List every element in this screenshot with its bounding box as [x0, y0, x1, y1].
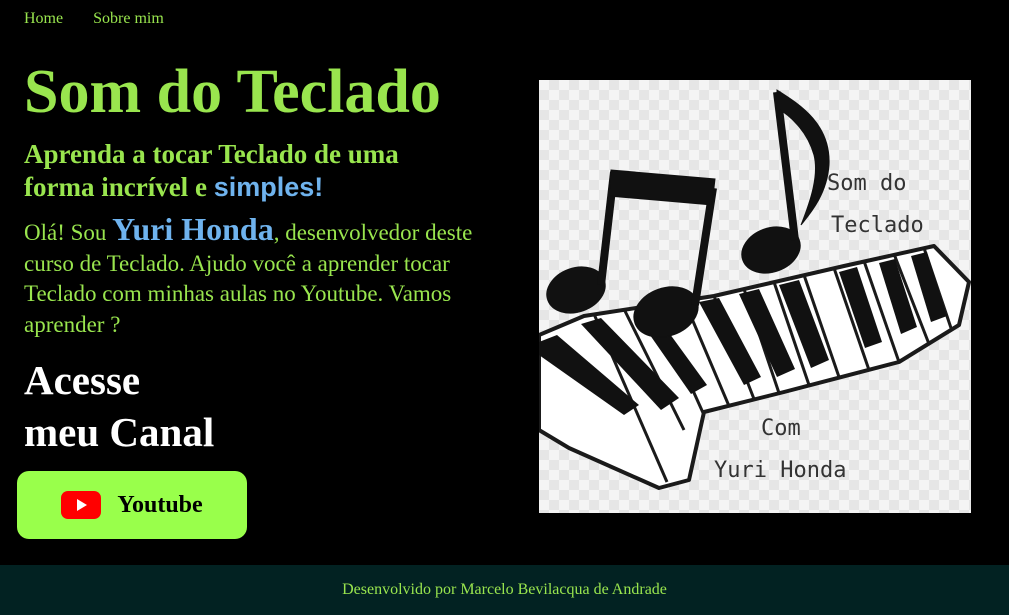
- hero-subtitle: Aprenda a tocar Teclado de uma forma inc…: [24, 138, 464, 204]
- channel-logo: Som do Teclado Com Yuri Honda: [539, 80, 971, 513]
- logo-text-line3: Com: [761, 416, 801, 441]
- subtitle-text: Aprenda a tocar Teclado de uma forma inc…: [24, 139, 399, 202]
- cta-line-1: Acesse: [24, 357, 141, 403]
- cta-heading: Acesse meu Canal: [24, 354, 324, 458]
- logo-text-line4: Yuri Honda: [714, 458, 846, 483]
- nav-link-sobre-mim[interactable]: Sobre mim: [93, 10, 164, 28]
- keyboard-notes-illustration: Som do Teclado Com Yuri Honda: [539, 89, 971, 490]
- youtube-button[interactable]: Youtube: [17, 471, 247, 539]
- nav-link-home[interactable]: Home: [24, 10, 63, 28]
- cta-line-2: meu Canal: [24, 409, 215, 455]
- youtube-icon: [61, 491, 102, 519]
- author-name: Yuri Honda: [112, 211, 274, 247]
- intro-paragraph: Olá! Sou Yuri Honda, desenvolvedor deste…: [24, 211, 474, 340]
- page-footer: Desenvolvido por Marcelo Bevilacqua de A…: [0, 565, 1009, 615]
- footer-credit: Desenvolvido por Marcelo Bevilacqua de A…: [342, 581, 667, 598]
- intro-greeting: Olá! Sou: [24, 220, 113, 245]
- top-nav: Home Sobre mim: [24, 10, 164, 28]
- logo-text-line2: Teclado: [831, 213, 924, 238]
- page-title: Som do Teclado: [24, 58, 441, 126]
- subtitle-highlight: simples!: [213, 172, 324, 202]
- youtube-button-label: Youtube: [117, 491, 203, 518]
- logo-text-line1: Som do: [827, 171, 906, 196]
